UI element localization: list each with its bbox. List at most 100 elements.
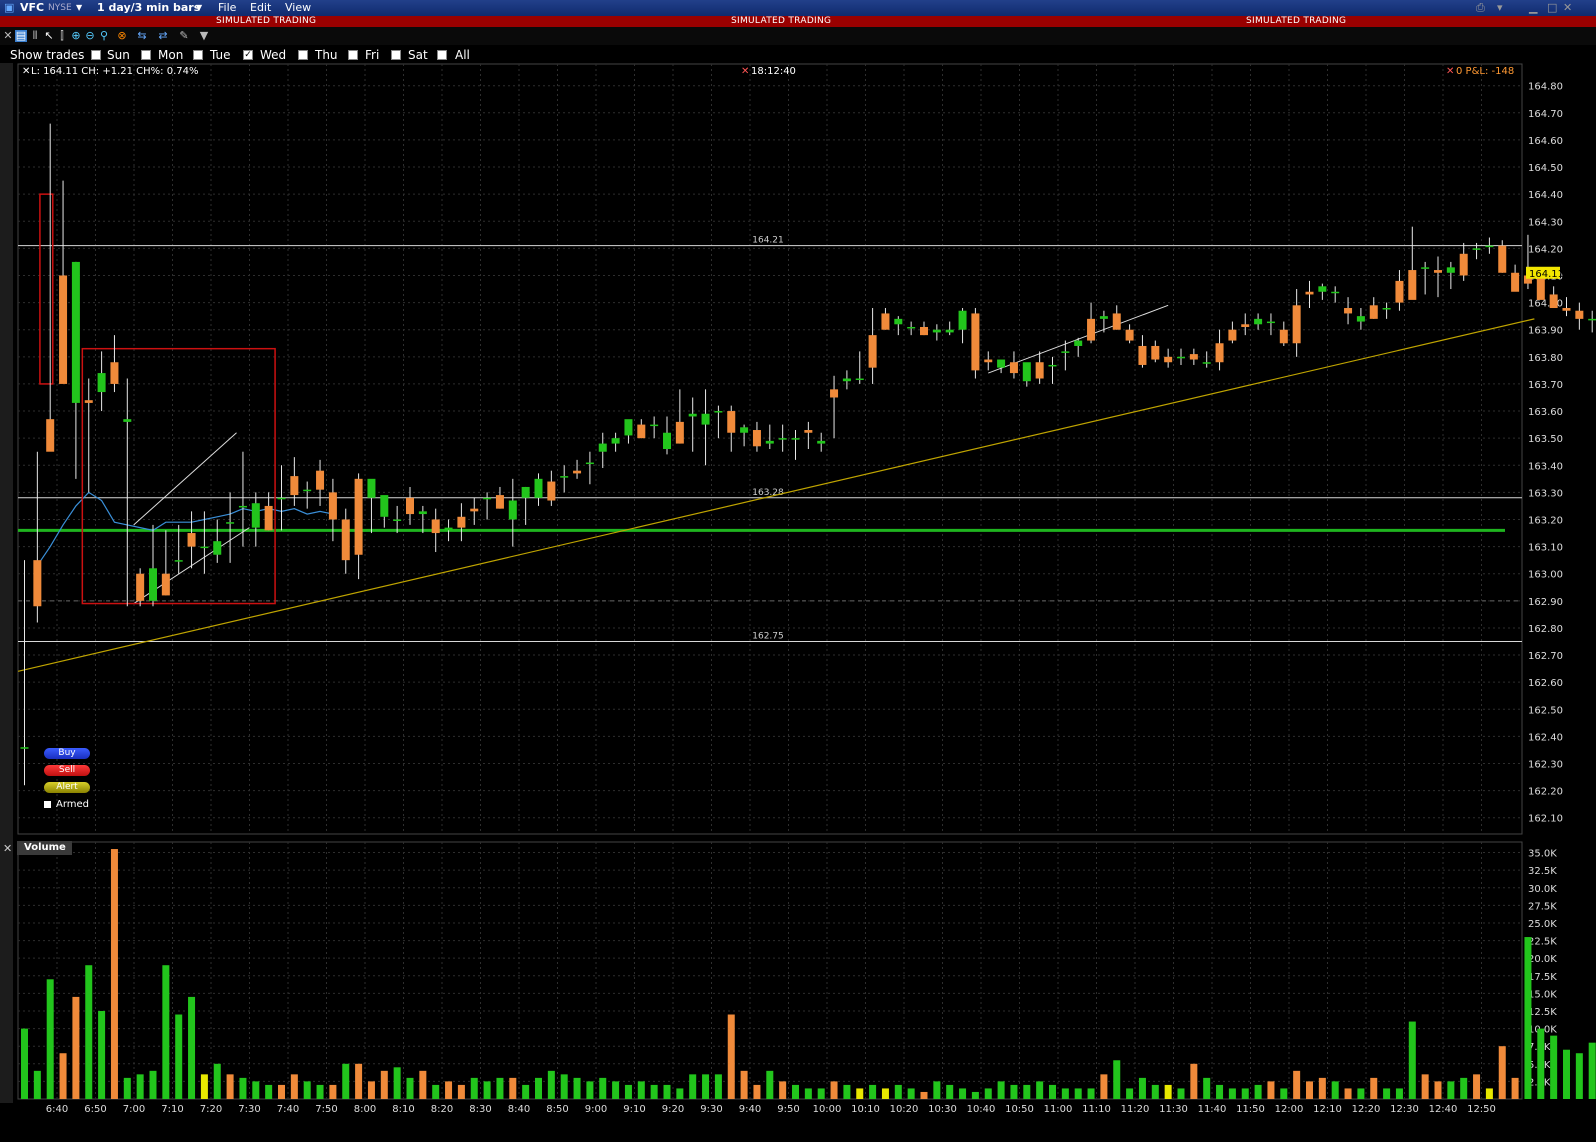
- price-tick-label: 162.30: [1528, 760, 1563, 771]
- volume-bar: [727, 1014, 735, 1099]
- candle-body: [483, 497, 492, 500]
- candle-body: [740, 427, 749, 433]
- candle-body: [367, 478, 376, 498]
- level-label: 163.28: [752, 488, 784, 498]
- alert-button[interactable]: Alert: [44, 782, 90, 793]
- price-tick-label: 163.70: [1528, 380, 1563, 391]
- candle-body: [1074, 340, 1083, 346]
- time-close-icon[interactable]: ✕: [741, 66, 749, 78]
- volume-bar: [1331, 1081, 1339, 1099]
- volume-bar: [1190, 1063, 1198, 1099]
- volume-bar: [355, 1063, 363, 1099]
- candle-body: [1446, 267, 1455, 273]
- chart-area[interactable]: 164.80 164.70 164.60 164.50 164.40 164.30 164.…: [0, 0, 1596, 1142]
- candle-body: [161, 573, 170, 596]
- time-tick-label: 11:20: [1121, 1104, 1150, 1115]
- candle-body: [1331, 291, 1340, 294]
- volume-bar: [162, 965, 170, 1099]
- time-tick-label: 7:40: [277, 1104, 299, 1115]
- volume-bar: [1036, 1081, 1044, 1099]
- price-tick-label: 164.00: [1528, 299, 1563, 310]
- candle-body: [1459, 253, 1468, 276]
- volume-bar: [1203, 1077, 1211, 1099]
- volume-bar: [624, 1084, 632, 1099]
- volume-bar: [188, 996, 196, 1099]
- volume-bar: [483, 1081, 491, 1099]
- candle-body: [842, 378, 851, 382]
- volume-bar: [946, 1084, 954, 1099]
- close-volume-icon[interactable]: ✕: [3, 842, 12, 855]
- time-tick-label: 8:10: [392, 1104, 414, 1115]
- time-tick-label: 8:40: [508, 1104, 530, 1115]
- candle-body: [547, 481, 556, 501]
- volume-bar: [1408, 1021, 1416, 1099]
- channel-upper-line: [133, 432, 237, 526]
- candle-body: [136, 573, 145, 601]
- candle-body: [431, 519, 440, 534]
- drawn-annotations: [17, 193, 1535, 672]
- candle-body: [675, 421, 684, 444]
- time-tick-label: 8:00: [354, 1104, 376, 1115]
- volume-bar: [1010, 1084, 1018, 1099]
- volume-bar: [496, 1077, 504, 1099]
- volume-bar: [316, 1084, 324, 1099]
- volume-panel-title: Volume: [17, 841, 72, 855]
- candle-body: [817, 440, 826, 444]
- volume-bar: [1357, 1088, 1365, 1099]
- candle-body: [226, 522, 235, 524]
- price-tick-label: 163.50: [1528, 434, 1563, 445]
- volume-bar: [1306, 1081, 1313, 1099]
- price-axis: 164.80 164.70 164.60 164.50 164.40 164.30 164.…: [1528, 82, 1563, 825]
- armed-toggle[interactable]: Armed: [44, 799, 89, 810]
- candle-body: [264, 505, 273, 531]
- time-tick-label: 12:20: [1352, 1104, 1381, 1115]
- price-tick-label: 162.80: [1528, 624, 1563, 635]
- candle-body: [752, 430, 761, 447]
- sell-button[interactable]: Sell: [44, 765, 90, 776]
- volume-tick-label: 30.0K: [1528, 884, 1557, 895]
- volume-tick-label: 27.5K: [1528, 901, 1557, 912]
- candle-body: [508, 500, 517, 520]
- time-tick-label: 12:10: [1313, 1104, 1342, 1115]
- volume-bar: [856, 1088, 864, 1099]
- candle-body: [1472, 248, 1481, 250]
- volume-bar: [869, 1084, 877, 1099]
- candle-body: [1189, 354, 1198, 360]
- candle-body: [984, 359, 993, 363]
- volume-bar: [98, 1010, 106, 1099]
- candle-body: [495, 495, 504, 509]
- armed-checkbox[interactable]: [44, 800, 51, 808]
- volume-bar: [740, 1070, 748, 1099]
- pnl-close-icon[interactable]: ✕: [1446, 66, 1454, 78]
- candle-body: [881, 313, 890, 330]
- level-label: 162.75: [752, 632, 784, 642]
- candles: [20, 123, 1596, 786]
- volume-bar: [560, 1074, 568, 1099]
- candle-body: [920, 326, 928, 336]
- volume-bar: [1138, 1077, 1146, 1099]
- volume-bar: [406, 1077, 414, 1099]
- time-tick-label: 11:00: [1044, 1104, 1073, 1115]
- close-info-icon[interactable]: ✕: [22, 66, 30, 78]
- candle-body: [637, 424, 646, 439]
- candle-body: [316, 470, 325, 490]
- time-axis: 6:40 6:50 7:00 7:10 7:20 7:30 7:40 7:50 8:00 8:10…: [46, 1104, 1496, 1115]
- candle-body: [894, 318, 903, 325]
- time-tick-label: 6:40: [46, 1104, 68, 1115]
- volume-bar: [445, 1081, 453, 1099]
- candle-body: [149, 568, 157, 601]
- price-tick-label: 163.20: [1528, 515, 1563, 526]
- price-tick-label: 162.10: [1528, 814, 1563, 825]
- candle-body: [1395, 280, 1404, 303]
- buy-button[interactable]: Buy: [44, 748, 90, 759]
- candle-body: [71, 261, 80, 403]
- volume-bar: [1524, 937, 1532, 1099]
- candle-body: [573, 470, 582, 474]
- candle-body: [1408, 270, 1417, 300]
- volume-bar: [1177, 1088, 1185, 1099]
- candle-body: [907, 326, 916, 329]
- volume-bar: [1460, 1077, 1468, 1099]
- clock-time: 18:12:40: [751, 66, 796, 77]
- time-tick-label: 10:30: [928, 1104, 957, 1115]
- volume-bar: [265, 1084, 273, 1099]
